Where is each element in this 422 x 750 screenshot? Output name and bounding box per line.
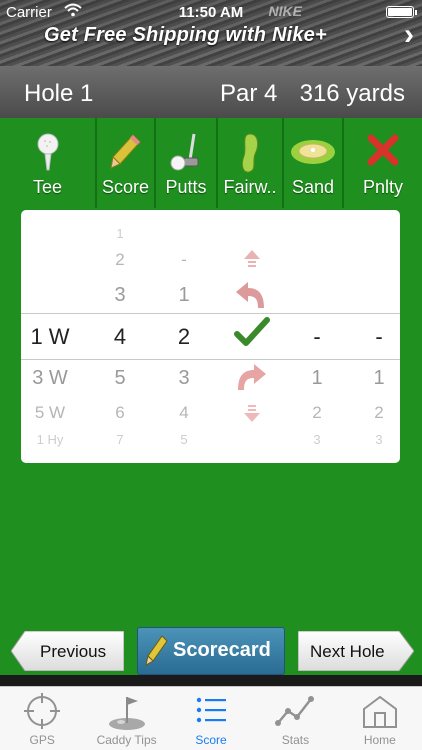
pencil-icon [145,635,168,666]
tab-label: Score [195,733,227,747]
picker-cell[interactable]: 3 [97,284,143,307]
picker-cell[interactable]: 1 [297,367,337,390]
tab-stats[interactable]: Stats [253,687,337,750]
tool-label: Tee [32,177,63,197]
tool-label: Fairw.. [223,177,277,197]
divider [0,675,422,686]
putter-icon [170,133,199,171]
tool-sand[interactable]: Sand [284,118,344,208]
picker-column-putts[interactable]: - 1 2 3 4 5 [161,210,207,463]
picker-column-fairway[interactable] [228,210,274,463]
tool-penalty[interactable]: Pnlty [344,118,422,208]
stats-line-icon [275,696,315,726]
hole-par: Par 4 [220,80,278,107]
picker-cell[interactable]: - [297,324,337,350]
tab-score[interactable]: Score [169,687,253,750]
checkmark-icon[interactable] [234,316,270,350]
stat-category-row: Tee Score Putts Fairw.. Sand Pnlty [0,118,422,208]
previous-button[interactable]: Previous [11,631,124,671]
next-hole-label: Next Hole [310,642,385,661]
chevron-right-icon[interactable]: › [404,18,414,52]
picker-cell[interactable]: 4 [97,324,143,350]
tool-label: Pnlty [362,177,404,197]
arrow-left-icon[interactable] [234,280,268,310]
picker-column-score[interactable]: 1 2 3 4 5 6 7 [97,210,143,463]
golf-flag-icon [108,697,145,730]
picker-cell[interactable]: 3 [297,432,337,447]
ad-text: Get Free Shipping with Nike+ [44,24,327,46]
picker-cell[interactable]: 4 [161,403,207,423]
picker-cell[interactable]: 1 W [21,324,79,350]
picker-cell[interactable]: 1 Hy [21,432,79,447]
home-icon [362,695,397,728]
hole-title: Hole 1 [24,80,94,107]
tab-label: Stats [281,733,310,747]
penalty-x-icon [367,134,399,166]
tab-home[interactable]: Home [338,687,422,750]
tool-putts[interactable]: Putts [156,118,218,208]
ad-banner[interactable]: Carrier 11:50 AM NIKE Get Free Shipping … [0,0,422,66]
tab-gps[interactable]: GPS [0,687,84,750]
arrow-long-icon[interactable] [242,248,262,270]
sand-bunker-icon [291,140,335,164]
picker-cell[interactable]: 2 [359,403,399,423]
picker-cell[interactable]: 3 W [21,367,79,390]
picker-cell[interactable]: 7 [97,432,143,447]
tool-score[interactable]: Score [97,118,156,208]
tab-label: GPS [29,733,55,747]
previous-label: Previous [40,642,107,661]
picker-cell[interactable]: 5 [161,432,207,447]
tab-bar: GPS Caddy Tips Score Stats Home [0,686,422,750]
tab-label: Caddy Tips [96,733,157,747]
picker-cell[interactable]: 2 [297,403,337,423]
tool-label: Sand [291,177,335,197]
scorecard-button[interactable]: Scorecard [137,627,285,675]
golf-tee-icon [37,133,58,171]
scorecard-label: Scorecard [173,639,271,661]
picker-cell[interactable]: 5 W [21,403,79,423]
list-icon [196,697,227,723]
picker-cell[interactable]: 2 [97,250,143,270]
picker-cell[interactable]: 6 [97,403,143,423]
picker-cell[interactable]: - [359,324,399,350]
crosshair-icon [24,693,61,729]
hole-header: Hole 1 Par 4 316 yards [0,66,422,118]
status-bar: Carrier 11:50 AM [0,0,422,22]
tool-label: Putts [165,177,207,197]
picker-cell[interactable]: 1 [359,367,399,390]
fairway-icon [241,133,259,173]
picker-cell[interactable]: 1 [161,284,207,307]
tool-label: Score [101,177,150,197]
picker-cell[interactable]: 5 [97,367,143,390]
picker-column-tee[interactable]: 1 W 3 W 5 W 1 Hy [21,210,79,463]
tool-tee[interactable]: Tee [0,118,97,208]
hole-yards: 316 yards [299,80,405,107]
picker-cell[interactable]: 2 [161,324,207,350]
picker-column-penalty[interactable]: - 1 2 3 [359,210,399,463]
picker-column-sand[interactable]: - 1 2 3 [297,210,337,463]
arrow-right-icon[interactable] [234,362,268,392]
picker-cell[interactable]: 1 [97,226,143,241]
battery-icon [386,6,417,18]
clock: 11:50 AM [178,4,244,21]
pencil-icon [109,134,141,169]
arrow-short-icon[interactable] [242,402,262,424]
tab-caddy-tips[interactable]: Caddy Tips [84,687,168,750]
score-picker[interactable]: 1 W 3 W 5 W 1 Hy 1 2 3 4 5 6 7 - 1 2 3 4… [21,210,400,463]
picker-cell[interactable]: - [161,250,207,270]
tool-fairway[interactable]: Fairw.. [218,118,284,208]
picker-cell[interactable]: 3 [359,432,399,447]
tab-label: Home [363,733,396,747]
next-hole-button[interactable]: Next Hole [298,631,414,671]
picker-cell[interactable]: 3 [161,367,207,390]
